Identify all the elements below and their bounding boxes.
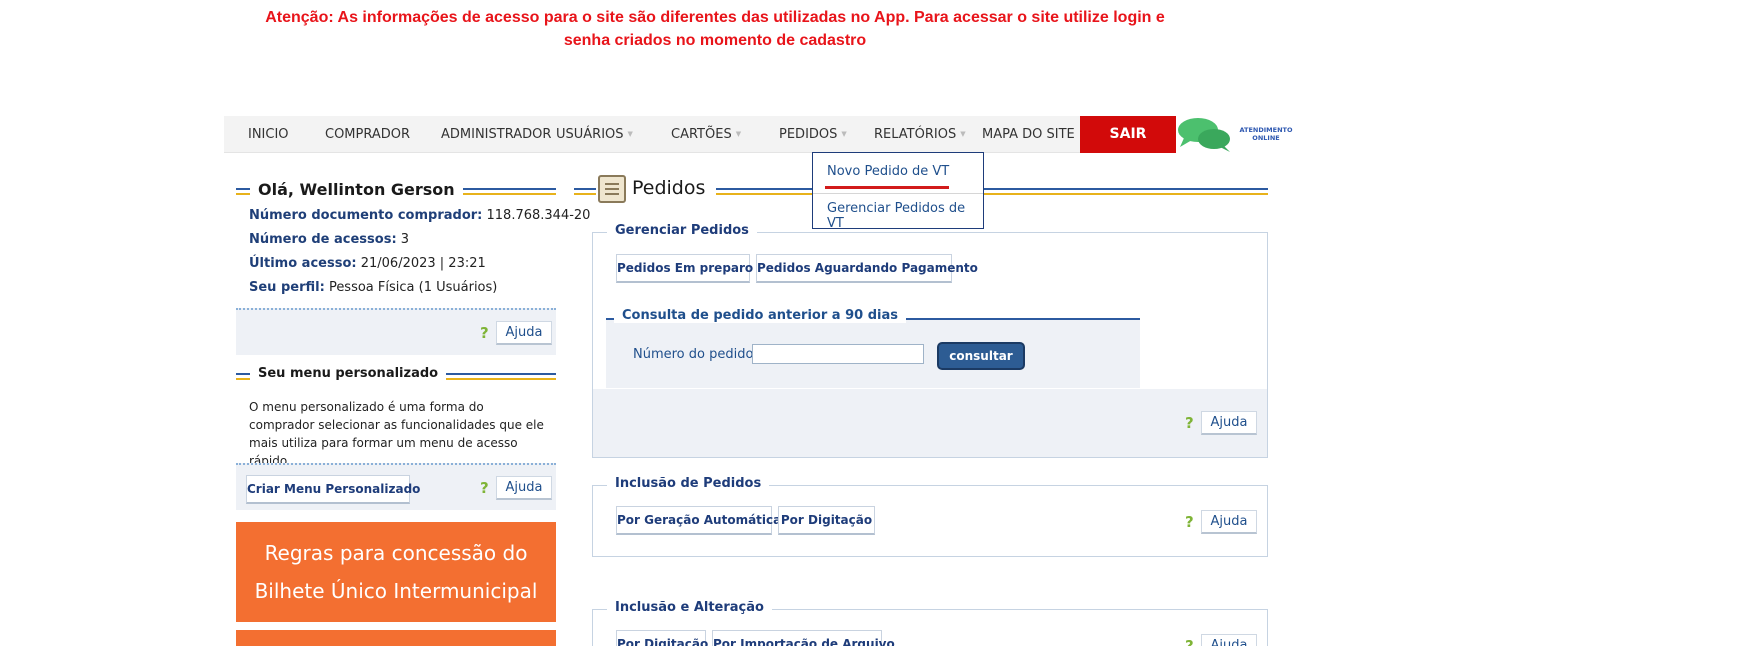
last-access-value: 21/06/2023 | 23:21	[360, 256, 486, 271]
help-label: Ajuda	[496, 476, 552, 500]
caret-down-icon: ▼	[627, 130, 633, 138]
help-button[interactable]: ? Ajuda	[480, 476, 556, 500]
profile-value: Pessoa Física (1 Usuários)	[328, 280, 498, 295]
help-question-icon: ?	[480, 479, 489, 497]
buyer-document-value: 118.768.344-20	[486, 208, 591, 223]
active-item-underline	[825, 186, 949, 189]
nav-inicio[interactable]: INICIO	[248, 116, 289, 153]
custom-menu-panel: Criar Menu Personalizado ? Ajuda	[236, 463, 556, 510]
caret-down-icon: ▼	[841, 130, 847, 138]
page-title: Pedidos	[596, 173, 716, 207]
por-digitacao-button[interactable]: Por Digitação	[778, 506, 875, 535]
pedidos-aguardando-pagamento-button[interactable]: Pedidos Aguardando Pagamento	[756, 254, 978, 283]
help-label: Ajuda	[496, 321, 552, 345]
help-question-icon: ?	[1185, 637, 1194, 646]
access-count-label: Número de acessos:	[249, 232, 397, 247]
numero-pedido-label: Número do pedido	[633, 347, 754, 362]
custom-menu-description: O menu personalizado é uma forma do comp…	[249, 400, 544, 468]
custom-menu-title: Seu menu personalizado	[250, 366, 447, 386]
last-access-row: Último acesso: 21/06/2023 | 23:21	[249, 256, 486, 271]
menu-item-novo-pedido-vt[interactable]: Novo Pedido de VT	[827, 164, 949, 179]
help-question-icon: ?	[1185, 414, 1194, 432]
consulta-pedido-anterior: Consulta de pedido anterior a 90 dias Nú…	[606, 308, 1140, 388]
profile-row: Seu perfil: Pessoa Física (1 Usuários)	[249, 280, 497, 295]
profile-label: Seu perfil:	[249, 280, 325, 295]
last-access-label: Último acesso:	[249, 256, 357, 271]
page-title-text: Pedidos	[632, 177, 706, 199]
help-question-icon: ?	[480, 324, 489, 342]
numero-pedido-input[interactable]	[752, 344, 924, 364]
nav-relatorios-label: RELATÓRIOS	[874, 127, 957, 142]
caret-down-icon: ▼	[960, 130, 966, 138]
menu-item-gerenciar-pedidos-vt[interactable]: Gerenciar Pedidos de VT	[827, 201, 983, 231]
main-navigation: INICIO COMPRADOR ADMINISTRADOR USUÁRIOS ▼…	[224, 116, 1294, 153]
help-button[interactable]: ? Ajuda	[1185, 411, 1261, 435]
access-count-row: Número de acessos: 3	[249, 232, 409, 247]
gerenciar-pedidos-legend: Gerenciar Pedidos	[607, 223, 757, 238]
nav-mapa-do-site[interactable]: MAPA DO SITE	[982, 116, 1075, 153]
bilhete-unico-rules-banner[interactable]: Regras para concessão do Bilhete Único I…	[236, 522, 556, 622]
inclusao-pedidos-legend: Inclusão de Pedidos	[607, 476, 770, 491]
nav-pedidos-label: PEDIDOS	[779, 127, 838, 142]
access-count-value: 3	[400, 232, 410, 247]
inclusao-alteracao-section: Inclusão e Alteração Por Digitação Por I…	[592, 600, 1268, 646]
inclusao-pedidos-section: Inclusão de Pedidos Por Geração Automáti…	[592, 476, 1268, 557]
nav-pedidos[interactable]: PEDIDOS ▼	[779, 116, 847, 153]
nav-administrador[interactable]: ADMINISTRADOR	[441, 116, 551, 153]
access-warning-message: Atenção: As informações de acesso para o…	[265, 9, 1165, 49]
caret-down-icon: ▼	[735, 130, 742, 138]
create-custom-menu-button[interactable]: Criar Menu Personalizado	[246, 475, 420, 504]
pedidos-dropdown-menu: Novo Pedido de VT Gerenciar Pedidos de V…	[812, 152, 984, 231]
inclusao-alteracao-legend: Inclusão e Alteração	[607, 600, 772, 615]
por-importacao-arquivo-button[interactable]: Por Importação de Arquivo	[712, 630, 895, 646]
gerenciar-help-footer: ? Ajuda	[593, 389, 1267, 457]
help-label: Ajuda	[1201, 634, 1257, 646]
nav-comprador[interactable]: COMPRADOR	[325, 116, 410, 153]
consulta-legend: Consulta de pedido anterior a 90 dias	[614, 308, 906, 323]
buyer-document-label: Número documento comprador:	[249, 208, 483, 223]
menu-divider	[813, 193, 983, 194]
help-button[interactable]: ? Ajuda	[1185, 634, 1261, 646]
online-support-button[interactable]: ATENDIMENTO ONLINE	[1176, 116, 1294, 153]
document-icon	[598, 175, 626, 203]
help-label: Ajuda	[1201, 510, 1257, 534]
greeting-title: Olá, Wellinton Gerson	[250, 180, 463, 200]
nav-usuarios-label: USUÁRIOS	[556, 127, 624, 142]
nav-usuarios[interactable]: USUÁRIOS ▼	[556, 116, 633, 153]
help-button[interactable]: ? Ajuda	[1185, 510, 1261, 534]
buyer-document-row: Número documento comprador: 118.768.344-…	[249, 208, 590, 223]
alteracao-por-digitacao-button[interactable]: Por Digitação	[616, 630, 708, 646]
nav-cartoes[interactable]: CARTÕES ▼	[671, 116, 741, 153]
por-geracao-automatica-button[interactable]: Por Geração Automática	[616, 506, 781, 535]
profile-help-panel: ? Ajuda	[236, 308, 556, 355]
nav-relatorios[interactable]: RELATÓRIOS ▼	[874, 116, 966, 153]
online-support-label: ATENDIMENTO ONLINE	[1239, 126, 1293, 142]
help-question-icon: ?	[1185, 513, 1194, 531]
chat-bubbles-icon	[1178, 118, 1230, 152]
help-label: Ajuda	[1201, 411, 1257, 435]
nav-cartoes-label: CARTÕES	[671, 127, 732, 142]
logout-button[interactable]: SAIR	[1080, 116, 1176, 153]
help-button[interactable]: ? Ajuda	[480, 321, 556, 345]
pedidos-em-preparo-button[interactable]: Pedidos Em preparo	[616, 254, 753, 283]
consultar-button[interactable]: consultar	[937, 342, 1025, 370]
secondary-orange-banner[interactable]	[236, 630, 556, 646]
